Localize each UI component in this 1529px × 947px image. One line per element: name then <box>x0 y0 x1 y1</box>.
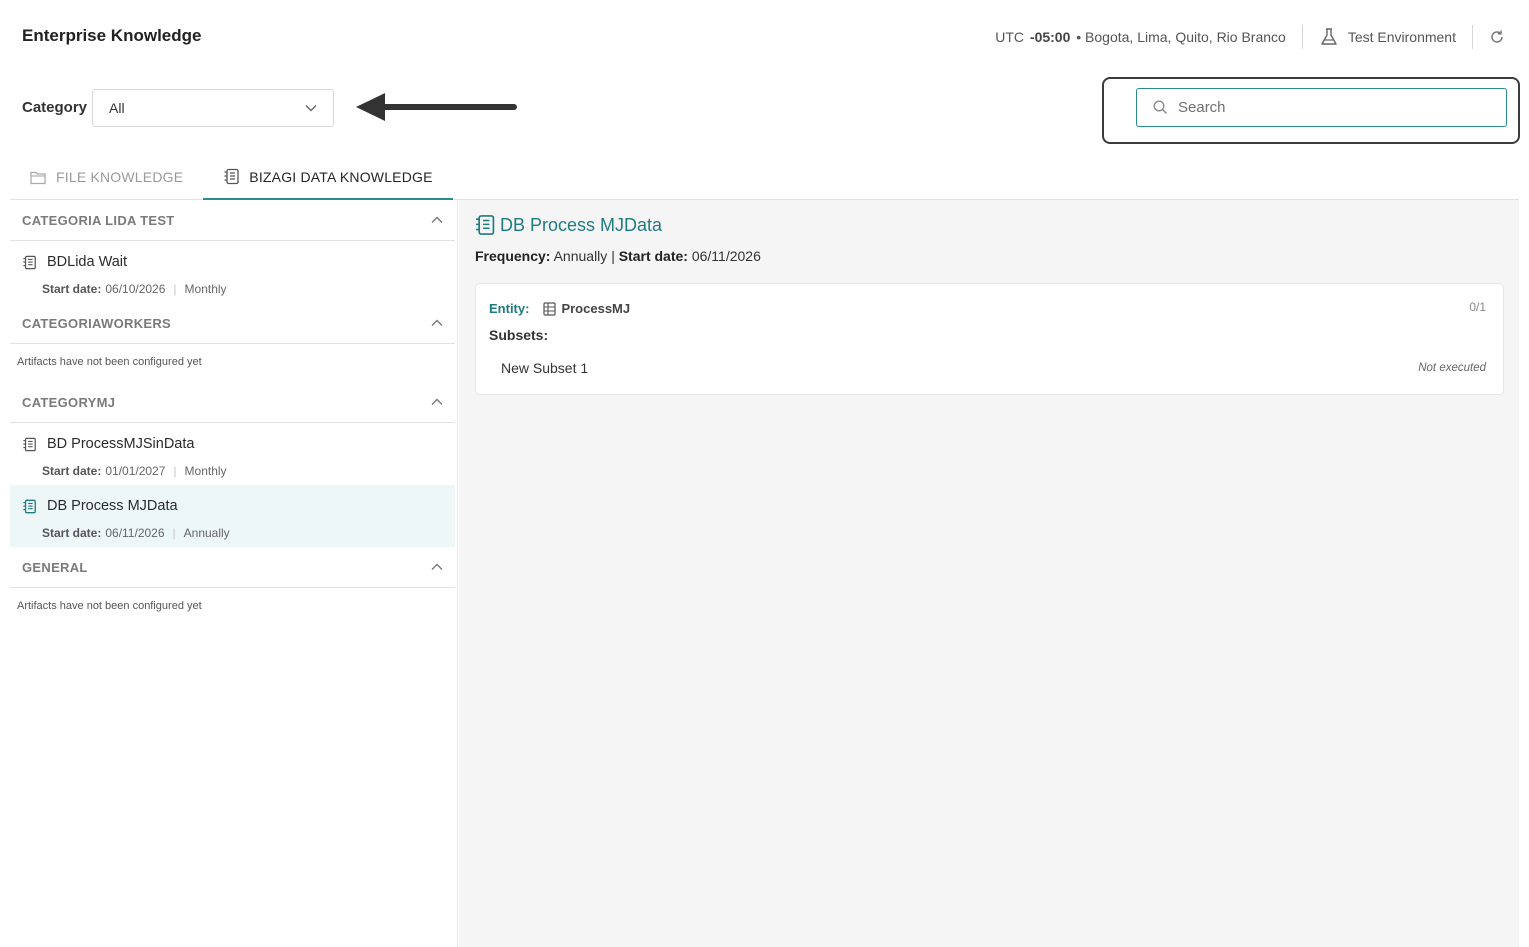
chevron-down-icon <box>305 105 317 112</box>
timezone-prefix: UTC <box>995 29 1025 45</box>
detail-meta: Frequency: Annually | Start date: 06/11/… <box>475 248 761 264</box>
category-name: GENERAL <box>22 559 88 575</box>
search-icon <box>1153 100 1167 114</box>
start-date-value: 06/10/2026 <box>105 282 166 296</box>
annotation-arrow-icon <box>356 93 517 121</box>
tab-file-knowledge[interactable]: FILE KNOWLEDGE <box>10 155 203 199</box>
app-title: Enterprise Knowledge <box>22 26 202 45</box>
entity-count: 0/1 <box>1469 300 1486 314</box>
category-header-lida-test[interactable]: CATEGORIA LIDA TEST <box>10 200 455 241</box>
start-date-label: Start date: <box>618 248 688 264</box>
entity-table-icon <box>543 301 557 316</box>
start-date-value: 01/01/2027 <box>105 464 166 478</box>
refresh-icon <box>1491 30 1503 43</box>
header-divider <box>1472 25 1473 49</box>
frequency-label: Frequency: <box>475 248 551 264</box>
data-document-icon <box>23 499 36 513</box>
chevron-up-icon <box>431 563 443 570</box>
timezone-info: UTC -05:00 • Bogota, Lima, Quito, Rio Br… <box>995 29 1286 45</box>
meta-divider: | <box>611 248 615 264</box>
header-divider <box>1301 25 1303 49</box>
refresh-button[interactable] <box>1489 29 1505 45</box>
timezone-offset: -05:00 <box>1029 29 1071 45</box>
entity-card: Entity: ProcessMJ 0/1 Subsets: New Subse… <box>475 283 1504 395</box>
meta-divider: | <box>173 282 177 296</box>
tab-bizagi-data-knowledge[interactable]: BIZAGI DATA KNOWLEDGE <box>203 155 453 200</box>
item-title: DB Process MJData <box>47 498 178 514</box>
subset-status: Not executed <box>1418 362 1486 374</box>
data-document-icon <box>475 215 495 235</box>
start-date-value: 06/11/2026 <box>105 526 165 540</box>
category-select[interactable]: All <box>92 89 334 127</box>
search-box[interactable] <box>1136 88 1507 127</box>
data-document-icon <box>23 255 36 269</box>
frequency-value: Annually <box>553 248 608 264</box>
category-header-workers[interactable]: CATEGORIAWORKERS <box>10 303 455 344</box>
list-item[interactable]: BDLida Wait Start date: 06/10/2026 | Mon… <box>10 241 455 303</box>
category-header-general[interactable]: GENERAL <box>10 547 455 588</box>
meta-divider: | <box>172 526 176 540</box>
subset-name: New Subset 1 <box>501 360 589 376</box>
start-date-value: 06/11/2026 <box>691 248 761 264</box>
list-item[interactable]: BD ProcessMJSinData Start date: 01/01/20… <box>10 423 455 485</box>
category-list-panel: CATEGORIA LIDA TEST BDLida Wait Start da… <box>10 200 458 947</box>
detail-panel: DB Process MJData Frequency: Annually | … <box>459 200 1519 947</box>
data-document-icon <box>23 437 36 451</box>
category-selected-value: All <box>109 100 125 116</box>
frequency-value: Monthly <box>184 464 227 478</box>
timezone-cities: • Bogota, Lima, Quito, Rio Branco <box>1076 29 1286 45</box>
category-name: CATEGORYMJ <box>22 394 116 410</box>
tab-bar: FILE KNOWLEDGE BIZAGI DATA KNOWLEDGE <box>10 155 1519 200</box>
chevron-up-icon <box>431 319 443 326</box>
chevron-up-icon <box>431 216 443 223</box>
environment-label: Test Environment <box>1347 29 1456 45</box>
item-title: BD ProcessMJSinData <box>47 436 195 452</box>
category-label: Category <box>22 99 88 116</box>
list-item-selected[interactable]: DB Process MJData Start date: 06/11/2026… <box>10 485 455 547</box>
frequency-value: Annually <box>183 526 230 540</box>
data-document-icon <box>224 168 239 185</box>
category-name: CATEGORIA LIDA TEST <box>22 212 175 228</box>
entity-name: ProcessMJ <box>561 301 631 316</box>
header-info: UTC -05:00 • Bogota, Lima, Quito, Rio Br… <box>995 22 1505 52</box>
empty-artifacts-note: Artifacts have not been configured yet <box>17 356 202 368</box>
detail-title-text: DB Process MJData <box>500 214 663 235</box>
category-header-mj[interactable]: CATEGORYMJ <box>10 382 455 423</box>
tab-bizagi-data-knowledge-label: BIZAGI DATA KNOWLEDGE <box>249 168 433 185</box>
environment-indicator: Test Environment <box>1319 27 1456 47</box>
frequency-value: Monthly <box>184 282 227 296</box>
start-date-label: Start date: <box>42 282 102 296</box>
flask-icon <box>1321 28 1337 45</box>
chevron-up-icon <box>431 398 443 405</box>
start-date-label: Start date: <box>42 526 102 540</box>
start-date-label: Start date: <box>42 464 102 478</box>
subset-row[interactable]: New Subset 1 Not executed <box>501 360 1486 376</box>
meta-divider: | <box>173 464 177 478</box>
entity-label: Entity: <box>489 301 530 316</box>
category-name: CATEGORIAWORKERS <box>22 315 172 331</box>
detail-title: DB Process MJData <box>474 214 662 236</box>
item-title: BDLida Wait <box>47 254 128 270</box>
tab-file-knowledge-label: FILE KNOWLEDGE <box>56 169 184 185</box>
search-input[interactable] <box>1178 99 1478 116</box>
subsets-label: Subsets: <box>489 327 549 343</box>
empty-artifacts-note: Artifacts have not been configured yet <box>17 600 202 612</box>
folder-icon <box>30 171 46 184</box>
